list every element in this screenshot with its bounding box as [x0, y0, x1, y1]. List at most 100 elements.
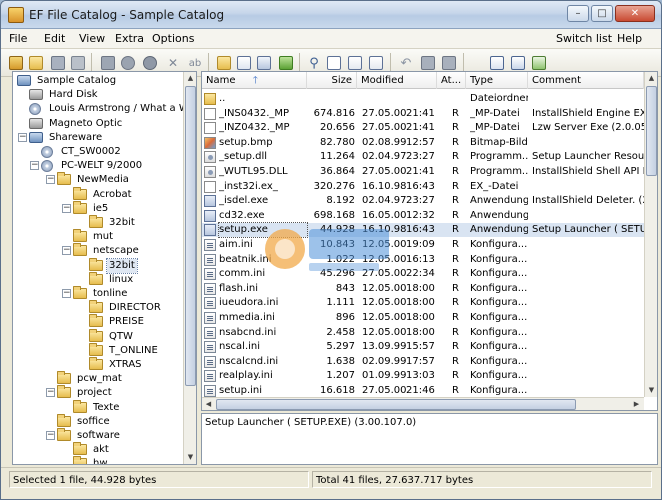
column-attributes[interactable]: At...: [437, 72, 466, 89]
delete-icon[interactable]: [99, 54, 117, 72]
scroll-down-arrow-icon[interactable]: ▼: [184, 451, 196, 464]
menu-edit[interactable]: Edit: [44, 32, 65, 45]
table-row[interactable]: comm.ini 45.296 27.05.00 22:34 R Konfigura...: [202, 267, 644, 281]
list-scroll-thumb[interactable]: [646, 86, 657, 176]
collapse-toggle-icon[interactable]: −: [18, 132, 27, 142]
report-icon[interactable]: [509, 54, 527, 72]
table-row[interactable]: flash.ini 843 12.05.00 18:00 R Konfigura...: [202, 282, 644, 296]
cell-name: flash.ini: [219, 282, 259, 294]
paste-icon[interactable]: [419, 54, 437, 72]
cell-date: 13.09.99: [362, 341, 406, 353]
folder-icon: [57, 413, 71, 427]
cell-attr: R: [452, 239, 459, 250]
tree-item-label: NewMedia: [77, 174, 129, 186]
file-list[interactable]: Name 🡑 Size Modified At... Type Comment …: [201, 71, 658, 411]
properties-icon[interactable]: [346, 54, 364, 72]
table-row[interactable]: _setup.dll 11.264 02.04.97 23:27 R Programm..…: [202, 150, 644, 164]
collapse-toggle-icon[interactable]: −: [46, 431, 55, 440]
collapse-toggle-icon[interactable]: −: [46, 388, 55, 398]
cell-name: beatnik.ini: [219, 253, 272, 265]
undo-icon[interactable]: ↶: [397, 54, 415, 72]
tree-scroll-thumb[interactable]: [185, 86, 196, 386]
export-icon[interactable]: [530, 54, 548, 72]
scroll-up-arrow-icon[interactable]: ▲: [184, 72, 196, 85]
folder-icon: [73, 442, 87, 456]
table-row[interactable]: .. Dateiordner: [202, 92, 644, 106]
column-size[interactable]: Size: [307, 72, 357, 89]
search-icon[interactable]: ⚲: [305, 54, 323, 72]
cell-time: 13:03: [406, 370, 435, 382]
table-row[interactable]: beatnik.ini 1.022 12.05.00 16:13 R Konfigura.…: [202, 253, 644, 267]
status-total: Total 41 files, 27.637.717 bytes: [312, 471, 652, 488]
minimize-button[interactable]: –: [567, 5, 589, 22]
table-row[interactable]: mmedia.ini 896 12.05.00 18:00 R Konfigura...: [202, 311, 644, 325]
table-row[interactable]: _INS0432._MP 674.816 27.05.00 21:41 R _MP-Dat…: [202, 107, 644, 121]
menu-file[interactable]: File: [9, 32, 27, 45]
cell-name: nscal.ini: [219, 341, 261, 353]
new-catalog-icon[interactable]: [7, 54, 25, 72]
column-type[interactable]: Type: [466, 72, 528, 89]
list-hscroll-thumb[interactable]: [216, 399, 576, 410]
list-vertical-scrollbar[interactable]: ▲ ▼: [644, 72, 657, 397]
maximize-button[interactable]: □: [591, 5, 613, 22]
stop-icon[interactable]: [119, 54, 137, 72]
table-row[interactable]: nscalcnd.ini 1.638 02.09.99 17:57 R Konfigura…: [202, 355, 644, 369]
table-row[interactable]: realplay.ini 1.207 01.09.99 13:03 R Konfigura…: [202, 369, 644, 383]
table-row[interactable]: nsabcnd.ini 2.458 12.05.00 18:00 R Konfigura.…: [202, 326, 644, 340]
close-button[interactable]: ✕: [615, 5, 655, 22]
properties-icon[interactable]: [367, 54, 385, 72]
table-row[interactable]: _isdel.exe 8.192 02.04.97 23:27 R Anwendung In…: [202, 194, 644, 208]
collapse-toggle-icon[interactable]: −: [62, 203, 71, 213]
list-horizontal-scrollbar[interactable]: ◀ ▶: [202, 397, 644, 410]
report-icon[interactable]: [488, 54, 506, 72]
menu-extra[interactable]: Extra: [115, 32, 144, 45]
scroll-up-arrow-icon[interactable]: ▲: [645, 72, 657, 85]
cell-size: 2.458: [326, 326, 355, 338]
column-comment[interactable]: Comment: [528, 72, 644, 89]
tree-scrollbar[interactable]: ▲ ▼: [183, 72, 196, 464]
cell-time: 18:00: [406, 312, 435, 323]
catalog-tree[interactable]: Sample Catalog Hard Disk Louis Armstrong /…: [12, 71, 197, 465]
collapse-toggle-icon[interactable]: −: [62, 246, 71, 256]
edit-icon[interactable]: [235, 54, 253, 72]
table-row[interactable]: cd32.exe 698.168 16.05.00 12:32 R Anwendung: [202, 209, 644, 223]
copy-icon[interactable]: [325, 54, 343, 72]
table-row[interactable]: _inst32i.ex_ 320.276 16.10.98 16:43 R EX_-Dat…: [202, 180, 644, 194]
folder-icon[interactable]: [215, 54, 233, 72]
cell-attr: R: [452, 312, 459, 323]
tree-item-label: Magneto Optic: [49, 117, 123, 129]
menu-options[interactable]: Options: [152, 32, 194, 45]
scroll-left-arrow-icon[interactable]: ◀: [202, 398, 215, 410]
table-row[interactable]: iueudora.ini 1.111 12.05.00 18:00 R Konfigura…: [202, 296, 644, 310]
column-modified[interactable]: Modified: [357, 72, 437, 89]
print-icon[interactable]: [69, 54, 87, 72]
table-row[interactable]: setup.bmp 82.780 02.08.99 12:57 R Bitmap-Bild: [202, 136, 644, 150]
column-name[interactable]: Name 🡑: [202, 72, 307, 89]
stop-icon[interactable]: [141, 54, 159, 72]
table-row[interactable]: setup.exe 44.928 16.10.98 16:43 R Anwendung Se…: [202, 222, 644, 239]
save-icon[interactable]: [49, 54, 67, 72]
rename-icon[interactable]: ab: [186, 54, 204, 72]
sort-ascending-icon: 🡑: [252, 75, 258, 86]
table-row[interactable]: _WUTL95.DLL 36.864 27.05.00 21:41 R Programm.…: [202, 165, 644, 179]
title-bar[interactable]: EF File Catalog - Sample Catalog – □ ✕: [1, 1, 661, 29]
collapse-toggle-icon[interactable]: −: [30, 161, 39, 171]
scroll-right-arrow-icon[interactable]: ▶: [630, 398, 643, 410]
cell-size: 82.780: [320, 136, 355, 148]
menu-help[interactable]: Help: [617, 32, 642, 45]
add-icon[interactable]: [277, 54, 295, 72]
collapse-toggle-icon[interactable]: −: [62, 289, 71, 298]
close-icon[interactable]: ✕: [164, 54, 182, 72]
table-row[interactable]: nscal.ini 5.297 13.09.99 15:57 R Konfigura...: [202, 340, 644, 354]
paste-icon[interactable]: [440, 54, 458, 72]
table-row[interactable]: _INZ0432._MP 20.656 27.05.00 21:41 R _MP-Date…: [202, 121, 644, 135]
scroll-down-arrow-icon[interactable]: ▼: [645, 384, 657, 397]
table-row[interactable]: aim.ini 10.843 12.05.00 19:09 R Konfigura...: [202, 238, 644, 252]
menu-view[interactable]: View: [79, 32, 105, 45]
menu-switch-list[interactable]: Switch list: [556, 32, 612, 45]
rename-icon[interactable]: [255, 54, 273, 72]
open-catalog-icon[interactable]: [27, 54, 45, 72]
ini-file-icon: [204, 268, 216, 281]
table-row[interactable]: setup.ini 16.618 27.05.00 21:46 R Konfigura..…: [202, 384, 644, 398]
collapse-toggle-icon[interactable]: −: [46, 175, 55, 185]
